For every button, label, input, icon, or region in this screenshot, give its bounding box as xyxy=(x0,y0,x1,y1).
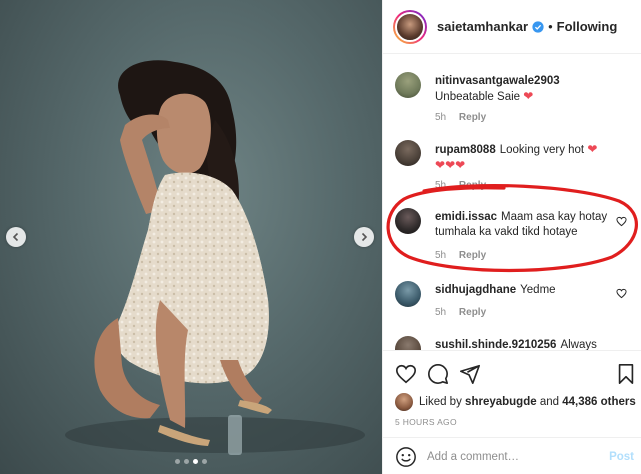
share-icon[interactable] xyxy=(459,363,481,385)
comment-text-block: rupam8088 Looking very hot ❤ ❤❤❤ xyxy=(435,142,613,174)
comment-username[interactable]: sidhujagdhane xyxy=(435,284,516,296)
comment-username[interactable]: nitinvasantgawale2903 xyxy=(435,75,560,87)
comment-username[interactable]: emidi.issac xyxy=(435,211,497,223)
red-heart-emoji: ❤ xyxy=(587,142,598,156)
carousel-indicator xyxy=(0,459,382,464)
like-comment-heart-icon[interactable] xyxy=(616,288,627,299)
following-button[interactable]: Following xyxy=(557,19,618,34)
reply-button[interactable]: Reply xyxy=(459,250,486,261)
comment-text: Yedme xyxy=(520,284,556,296)
comments-list: nitinvasantgawale2903 Unbeatable Saie ❤ … xyxy=(383,55,641,350)
commenter-avatar[interactable] xyxy=(395,336,421,350)
reply-button[interactable]: Reply xyxy=(459,112,486,123)
post-header: saietamhankar • Following xyxy=(383,0,641,54)
post-side-panel: saietamhankar • Following nitinvasantgaw… xyxy=(382,0,641,474)
bookmark-icon[interactable] xyxy=(615,363,637,385)
comment-time[interactable]: 5h xyxy=(435,180,446,191)
photo-subject xyxy=(65,60,365,455)
heart-icon[interactable] xyxy=(395,363,417,385)
comment-username[interactable]: rupam8088 xyxy=(435,144,496,156)
header-separator: • xyxy=(548,19,553,34)
comment-username[interactable]: sushil.shinde.9210256 xyxy=(435,339,556,350)
comment-time[interactable]: 5h xyxy=(435,112,446,123)
commenter-avatar[interactable] xyxy=(395,208,421,234)
comment-time[interactable]: 5h xyxy=(435,307,446,318)
next-photo-button[interactable] xyxy=(354,227,374,247)
commenter-avatar[interactable] xyxy=(395,281,421,307)
comment-text-block: sidhujagdhane Yedme xyxy=(435,283,613,298)
carousel-dot xyxy=(175,459,180,464)
comment-meta: 5h Reply xyxy=(435,250,496,261)
red-heart-emoji: ❤ xyxy=(435,158,446,172)
chevron-right-icon xyxy=(361,232,368,242)
comment-text: Looking very hot xyxy=(499,144,585,156)
like-comment-heart-icon[interactable] xyxy=(616,216,627,227)
author-username[interactable]: saietamhankar xyxy=(437,19,528,34)
post-timestamp[interactable]: 5 HOURS AGO xyxy=(395,417,457,427)
carousel-dot xyxy=(202,459,207,464)
reply-button[interactable]: Reply xyxy=(459,307,486,318)
comment-text: Always xyxy=(560,339,597,350)
comment-text-block: emidi.issac Maam asa kay hotay tumhala ka… xyxy=(435,210,613,240)
chevron-left-icon xyxy=(12,232,19,242)
comment-meta: 5h Reply xyxy=(435,112,496,123)
carousel-dot xyxy=(184,459,189,464)
likes-summary: Liked by shreyabugde and 44,386 others xyxy=(395,393,636,411)
likes-count[interactable]: 44,386 others xyxy=(562,396,636,408)
add-comment-bar: Post xyxy=(383,437,641,474)
red-heart-emoji: ❤ xyxy=(455,158,466,172)
post-actions: Liked by shreyabugde and 44,386 others 5… xyxy=(383,350,641,474)
red-heart-emoji: ❤ xyxy=(523,89,534,103)
comment-text-block: nitinvasantgawale2903 Unbeatable Saie ❤ xyxy=(435,74,613,105)
liked-by-prefix: Liked by xyxy=(419,396,462,408)
comment-time[interactable]: 5h xyxy=(435,250,446,261)
post-comment-button[interactable]: Post xyxy=(609,451,634,463)
author-avatar[interactable] xyxy=(393,9,427,44)
red-heart-emoji: ❤ xyxy=(445,158,456,172)
comment-meta: 5h Reply xyxy=(435,180,496,191)
carousel-dot xyxy=(193,459,198,464)
emoji-icon[interactable] xyxy=(395,446,417,468)
verified-icon xyxy=(532,20,544,33)
comment-icon[interactable] xyxy=(427,363,449,385)
commenter-avatar[interactable] xyxy=(395,140,421,166)
commenter-avatar[interactable] xyxy=(395,72,421,98)
post-photo xyxy=(0,0,382,474)
liker-username[interactable]: shreyabugde xyxy=(465,396,537,408)
comment-text: Unbeatable Saie xyxy=(435,91,521,103)
previous-photo-button[interactable] xyxy=(6,227,26,247)
liked-by-and: and xyxy=(539,396,560,408)
comment-meta: 5h Reply xyxy=(435,307,496,318)
comment-input[interactable] xyxy=(427,450,607,463)
liker-avatar[interactable] xyxy=(395,393,413,411)
reply-button[interactable]: Reply xyxy=(459,180,486,191)
comment-text-block: sushil.shinde.9210256 Always xyxy=(435,338,613,350)
